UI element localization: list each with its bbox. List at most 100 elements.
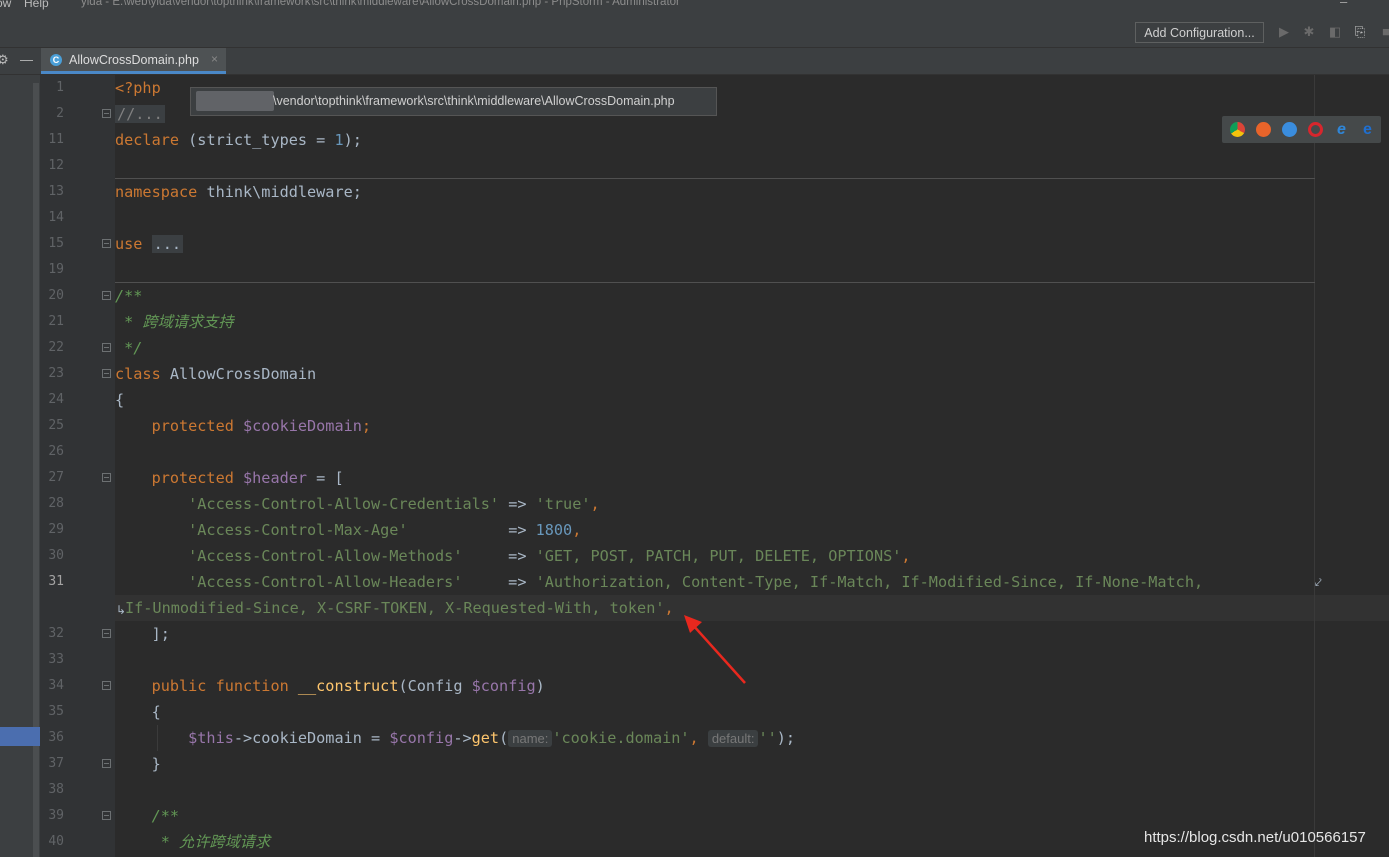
code-line: 13 namespace think\middleware; [0,179,1389,205]
fold-icon[interactable] [102,239,111,248]
folded-comment[interactable]: //... [115,105,165,123]
keyword: public function [115,677,289,695]
tab-allowcrossdomain[interactable]: C AllowCrossDomain.php × [41,48,226,74]
line-number: 38 [48,782,64,797]
debug-icon[interactable]: ✱ [1301,24,1317,40]
string-literal: 'GET, POST, PATCH, PUT, DELETE, OPTIONS' [535,547,902,565]
open-in-browser-bar: e e [1222,116,1381,143]
code-text: (strict_types = [179,131,335,149]
line-number: 39 [48,808,64,823]
code-line: 19 [0,257,1389,283]
fold-icon[interactable] [102,811,111,820]
fold-icon[interactable] [102,759,111,768]
code-line: 39 /** [0,803,1389,829]
code-text: think\middleware; [197,183,362,201]
fold-icon[interactable] [102,343,111,352]
line-number: 12 [48,158,64,173]
fold-icon[interactable] [102,291,111,300]
variable: $config [389,729,454,747]
line-number: 1 [56,80,64,95]
line-number: 25 [48,418,64,433]
line-number: 30 [48,548,64,563]
fold-icon[interactable] [102,681,111,690]
line-number: 26 [48,444,64,459]
file-path-tooltip: \vendor\topthink\framework\src\think\mid… [190,87,717,116]
number-literal: 1800 [535,521,573,539]
code-line: 28 'Access-Control-Allow-Credentials' =>… [0,491,1389,517]
line-number: 36 [48,730,64,745]
php-open-tag: <?php [115,79,161,97]
code-line: 36 $this->cookieDomain = $config->get(na… [0,725,1389,751]
line-number: 15 [48,236,64,251]
add-configuration-button[interactable]: Add Configuration... [1135,22,1264,43]
close-icon[interactable]: × [211,52,218,66]
redacted-path [196,91,274,111]
opera-icon[interactable] [1308,122,1323,137]
string-literal: If-Unmodified-Since, X-CSRF-TOKEN, X-Req… [125,599,665,617]
class-name: AllowCrossDomain [160,365,317,383]
string-literal: 'cookie.domain' [552,729,690,747]
indent-guide [157,725,158,751]
editor-tab-bar: ⚙ — C AllowCrossDomain.php × [0,48,1389,75]
safari-icon[interactable] [1282,122,1297,137]
ie-icon[interactable]: e [1334,122,1349,138]
line-number: 31 [48,574,64,589]
menu-help[interactable]: Help [24,0,49,10]
string-literal: 'Access-Control-Max-Age' [115,521,408,539]
line-number: 20 [48,288,64,303]
edge-icon[interactable]: e [1360,122,1375,138]
stop-icon[interactable]: ■ [1378,24,1389,40]
code-text: (Config [398,677,472,695]
title-bar: ow Help yida - E:\web\yida\vendor\topthi… [0,0,1389,12]
function-name: __construct [288,677,399,695]
folded-imports[interactable]: ... [151,235,184,253]
line-number: 37 [48,756,64,771]
line-number: 21 [48,314,64,329]
fold-icon[interactable] [102,109,111,118]
code-line: 24 { [0,387,1389,413]
soft-wrap-icon: ⤦ [1315,575,1322,589]
gear-icon[interactable]: ⚙ [0,52,9,68]
keyword: use [115,235,143,253]
code-text: { [115,391,125,409]
string-literal: 'Access-Control-Allow-Methods' [115,547,463,565]
code-line: 22 */ [0,335,1389,361]
doc-comment: * 允许跨域请求 [115,833,271,851]
code-text: { [115,703,161,721]
fold-icon[interactable] [102,369,111,378]
code-line: 29 'Access-Control-Max-Age' => 1800, [0,517,1389,543]
code-text: => [407,521,536,539]
code-text: } [115,755,161,773]
code-line: 25 protected $cookieDomain; [0,413,1389,439]
coverage-icon[interactable]: ◧ [1327,24,1343,40]
menu-window[interactable]: ow [0,0,11,10]
firefox-icon[interactable] [1256,122,1271,137]
parameter-hint: default: [707,730,759,747]
watermark: https://blog.csdn.net/u010566157 [1144,829,1366,846]
line-number: 23 [48,366,64,381]
line-number: 22 [48,340,64,355]
variable: $cookieDomain [233,417,362,435]
php-class-icon: C [50,54,62,66]
line-number: 33 [48,652,64,667]
string-literal: 'Access-Control-Allow-Credentials' [115,495,500,513]
run-anything-icon[interactable]: ⎘ [1352,24,1368,40]
code-text: , [664,599,674,617]
code-line: 30 'Access-Control-Allow-Methods' => 'GE… [0,543,1389,569]
run-icon[interactable]: ▶ [1276,24,1292,40]
annotation-arrow-icon [684,615,746,684]
line-number: 11 [48,132,64,147]
chrome-icon[interactable] [1230,122,1245,137]
string-literal: '' [758,729,777,747]
code-line: 31 'Access-Control-Allow-Headers' => 'Au… [0,569,1389,595]
fold-icon[interactable] [102,629,111,638]
code-text: , [689,729,708,747]
tab-label: AllowCrossDomain.php [69,53,199,67]
code-line: 37 } [0,751,1389,777]
code-text: = [ [307,469,344,487]
hide-icon[interactable]: — [20,52,33,67]
string-literal: 'Access-Control-Allow-Headers' [115,573,463,591]
line-number: 24 [48,392,64,407]
fold-icon[interactable] [102,473,111,482]
minimize-icon[interactable]: – [1340,0,1347,9]
